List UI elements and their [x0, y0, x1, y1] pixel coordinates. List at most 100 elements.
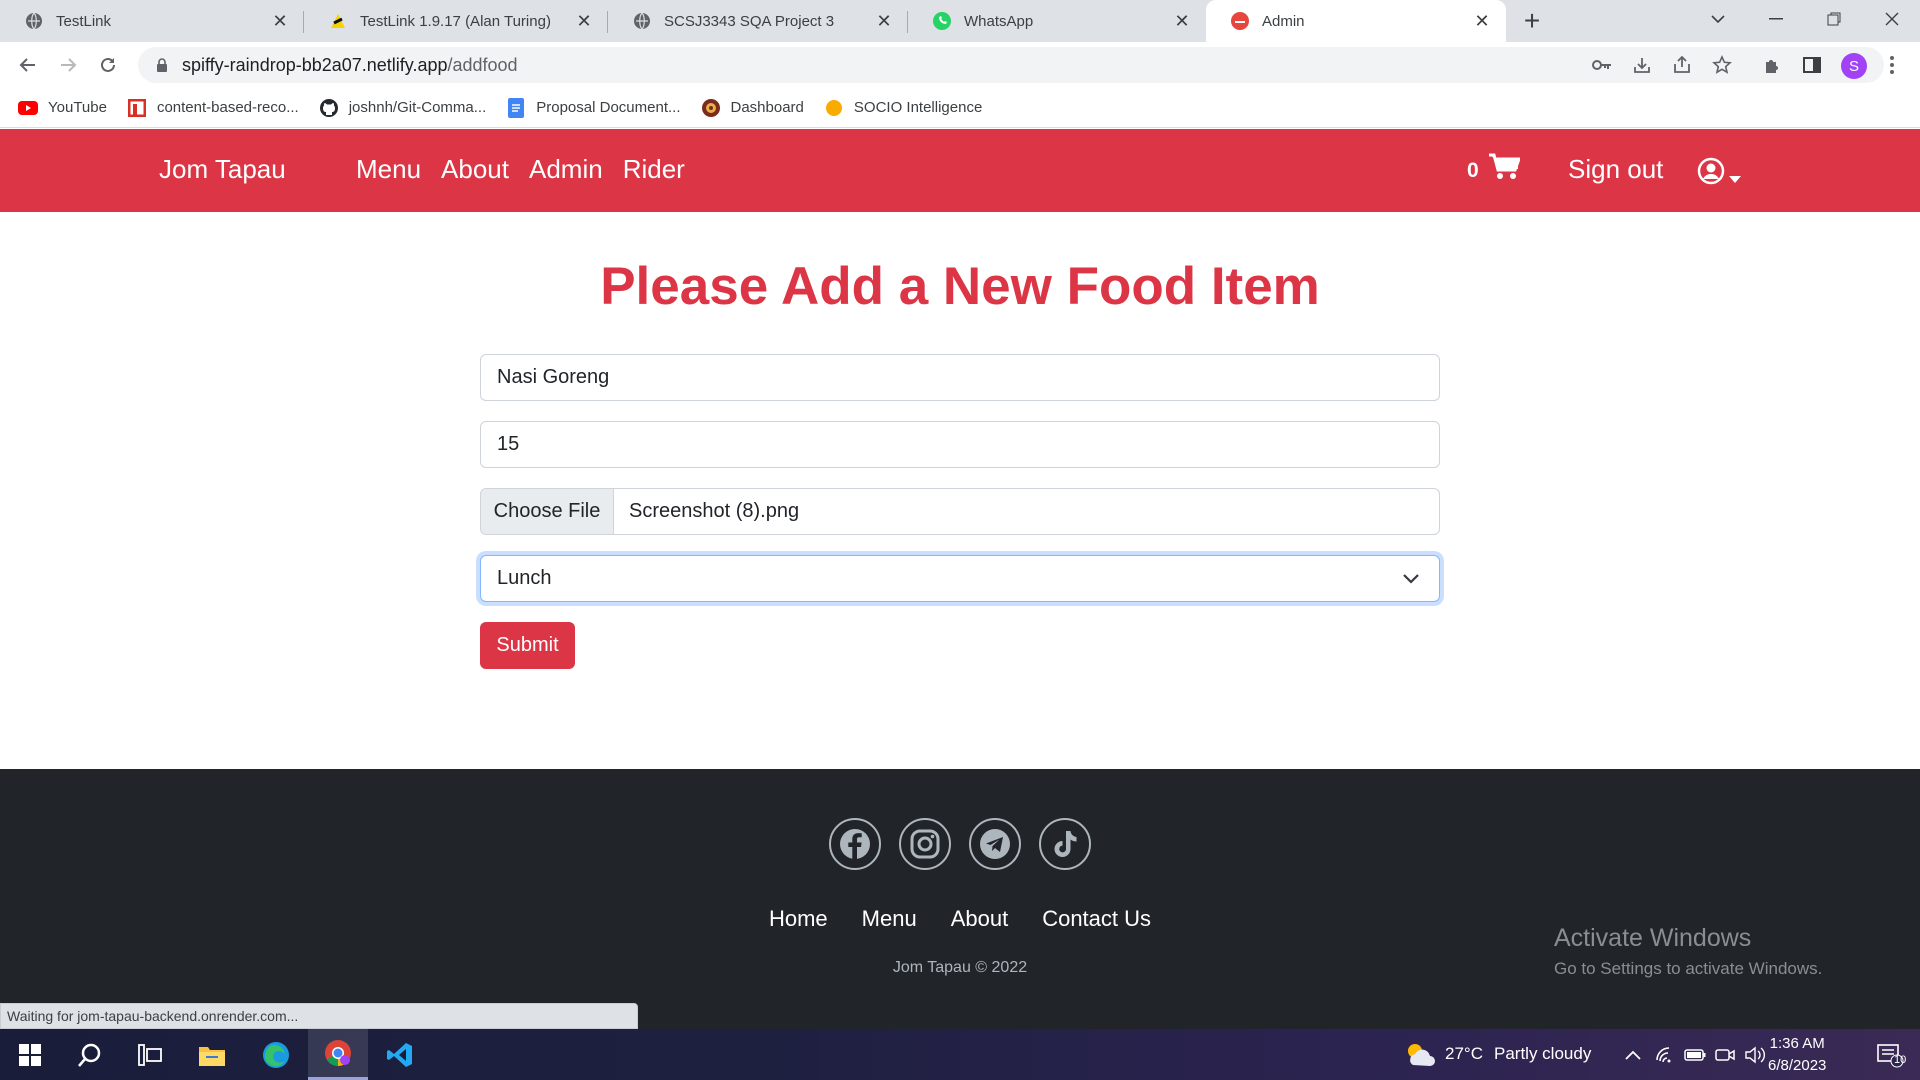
globe-icon: [632, 11, 652, 31]
bookmark-dashboard[interactable]: Dashboard: [701, 98, 804, 118]
globe-icon: [24, 11, 44, 31]
search-icon[interactable]: [60, 1029, 120, 1080]
food-name-input[interactable]: Nasi Goreng: [480, 354, 1440, 401]
restore-icon[interactable]: [1806, 0, 1862, 38]
system-clock[interactable]: 1:36 AM 6/8/2023: [1768, 1033, 1826, 1077]
windows-start-icon[interactable]: [0, 1029, 60, 1080]
close-window-icon[interactable]: [1864, 0, 1920, 38]
chrome-icon[interactable]: [308, 1029, 368, 1080]
bookmark-label: Proposal Document...: [536, 99, 681, 116]
battery-icon[interactable]: [1680, 1029, 1710, 1080]
docs-icon: [506, 97, 526, 118]
footer-link-contact[interactable]: Contact Us: [1042, 906, 1151, 932]
watermark-subtitle: Go to Settings to activate Windows.: [1554, 959, 1823, 978]
brand-link[interactable]: Jom Tapau: [159, 154, 286, 185]
tab-title: TestLink: [56, 12, 112, 30]
edge-icon[interactable]: [246, 1029, 306, 1080]
install-icon[interactable]: [1628, 51, 1656, 79]
social-links: [829, 818, 1109, 870]
url-host: spiffy-raindrop-bb2a07.netlify.app: [182, 54, 448, 75]
cart-icon[interactable]: [1488, 153, 1522, 186]
wifi-icon[interactable]: [1650, 1029, 1680, 1080]
bookmark-proposal[interactable]: Proposal Document...: [506, 97, 681, 118]
weather-temp[interactable]: 27°C: [1445, 1044, 1483, 1064]
watermark-title: Activate Windows: [1554, 924, 1752, 952]
site-icon: [1230, 11, 1250, 31]
new-tab-button[interactable]: +: [1516, 6, 1548, 38]
browser-tab-active[interactable]: Admin ✕: [1206, 0, 1506, 42]
footer-link-menu[interactable]: Menu: [862, 906, 917, 932]
bookmark-youtube[interactable]: YouTube: [18, 98, 107, 118]
file-explorer-icon[interactable]: [182, 1029, 242, 1080]
submit-button[interactable]: Submit: [480, 622, 575, 669]
minimize-icon[interactable]: [1748, 0, 1804, 38]
nav-link-menu[interactable]: Menu: [356, 154, 421, 185]
close-icon[interactable]: ✕: [574, 11, 594, 31]
close-icon[interactable]: ✕: [1172, 11, 1192, 31]
side-panel-icon[interactable]: [1798, 51, 1826, 79]
extensions-icon[interactable]: [1758, 51, 1786, 79]
forward-icon[interactable]: [52, 49, 84, 81]
price-input[interactable]: 15: [480, 421, 1440, 468]
instagram-icon[interactable]: [899, 818, 951, 870]
bookmarks-bar: YouTube content-based-reco... joshnh/Git…: [0, 88, 1920, 128]
facebook-icon[interactable]: [829, 818, 881, 870]
browser-tab[interactable]: TestLink ✕: [0, 0, 304, 42]
url-text: spiffy-raindrop-bb2a07.netlify.app/addfo…: [182, 55, 518, 76]
more-menu-icon[interactable]: [1878, 51, 1906, 79]
volume-icon[interactable]: [1740, 1029, 1770, 1080]
sign-out-link[interactable]: Sign out: [1568, 154, 1663, 185]
chevron-up-icon[interactable]: [1618, 1029, 1648, 1080]
site-navbar: Jom Tapau Menu About Admin Rider 0 Sign …: [0, 129, 1920, 212]
site-footer: Home Menu About Contact Us Jom Tapau © 2…: [0, 769, 1920, 1029]
cart-count[interactable]: 0: [1467, 159, 1479, 183]
tiktok-icon[interactable]: [1039, 818, 1091, 870]
notification-icon[interactable]: 10: [1860, 1029, 1920, 1080]
key-icon[interactable]: [1588, 51, 1616, 79]
page-title: Please Add a New Food Item: [600, 257, 1320, 316]
telegram-icon[interactable]: [969, 818, 1021, 870]
bookmark-socio[interactable]: SOCIO Intelligence: [824, 98, 982, 118]
task-view-icon[interactable]: [120, 1029, 180, 1080]
lock-icon[interactable]: [152, 57, 172, 73]
nav-link-about[interactable]: About: [441, 154, 509, 185]
browser-status-bar: Waiting for jom-tapau-backend.onrender.c…: [0, 1003, 638, 1029]
close-icon[interactable]: ✕: [1472, 11, 1492, 31]
browser-tab[interactable]: WhatsApp ✕: [908, 0, 1206, 42]
category-select[interactable]: Lunch: [480, 555, 1440, 602]
image-file-input[interactable]: Choose File Screenshot (8).png: [480, 488, 1440, 535]
dashboard-icon: [701, 98, 721, 118]
youtube-icon: [18, 98, 38, 118]
nav-link-admin[interactable]: Admin: [529, 154, 603, 185]
bookmark-star-icon[interactable]: [1708, 51, 1736, 79]
nav-link-rider[interactable]: Rider: [623, 154, 685, 185]
reload-icon[interactable]: [92, 49, 124, 81]
bookmark-github[interactable]: joshnh/Git-Comma...: [319, 98, 487, 118]
browser-tab[interactable]: TestLink 1.9.17 (Alan Turing) ✕: [304, 0, 608, 42]
footer-link-home[interactable]: Home: [769, 906, 828, 932]
back-icon[interactable]: [12, 49, 44, 81]
vscode-icon[interactable]: [370, 1029, 430, 1080]
tab-search-icon[interactable]: [1690, 0, 1746, 38]
clock-date: 6/8/2023: [1768, 1057, 1827, 1074]
bookmark-label: YouTube: [48, 99, 107, 116]
user-menu-dropdown[interactable]: [1697, 157, 1741, 190]
weather-description[interactable]: Partly cloudy: [1494, 1044, 1591, 1064]
category-value: Lunch: [497, 567, 552, 589]
user-circle-icon: [1697, 157, 1725, 190]
price-value: 15: [497, 433, 520, 455]
close-icon[interactable]: ✕: [270, 11, 290, 31]
weather-icon[interactable]: [1400, 1029, 1440, 1080]
profile-avatar[interactable]: S: [1841, 53, 1867, 79]
bookmark-content-based[interactable]: content-based-reco...: [127, 98, 299, 118]
browser-tab[interactable]: SCSJ3343 SQA Project 3 ✕: [608, 0, 908, 42]
tab-title: SCSJ3343 SQA Project 3: [664, 12, 835, 30]
camera-status-icon[interactable]: [1710, 1029, 1740, 1080]
close-icon[interactable]: ✕: [874, 11, 894, 31]
choose-file-button[interactable]: Choose File: [481, 489, 614, 534]
bookmark-label: joshnh/Git-Comma...: [348, 99, 487, 116]
share-icon[interactable]: [1668, 51, 1696, 79]
footer-link-about[interactable]: About: [951, 906, 1009, 932]
tab-title: WhatsApp: [964, 12, 1034, 30]
address-bar[interactable]: spiffy-raindrop-bb2a07.netlify.app/addfo…: [138, 47, 1884, 83]
